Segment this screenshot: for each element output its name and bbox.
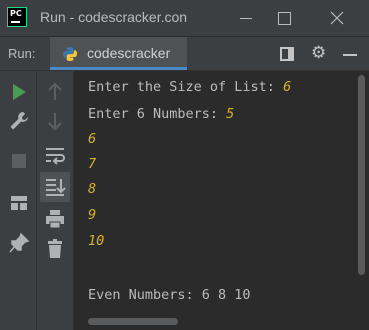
- scroll-to-end-icon: [46, 179, 66, 196]
- pycharm-icon: PC: [7, 7, 27, 27]
- layout-icon[interactable]: [280, 47, 294, 61]
- number-input: 9: [88, 207, 97, 223]
- left-toolbar: [0, 71, 37, 330]
- minimize-window-button[interactable]: [231, 4, 261, 32]
- vertical-scrollbar[interactable]: [355, 71, 369, 330]
- numbers-prompt: Enter 6 Numbers:: [88, 106, 227, 122]
- run-icon[interactable]: [7, 80, 31, 104]
- tab-codescracker[interactable]: codescracker: [50, 37, 187, 70]
- minimize-icon[interactable]: [343, 54, 357, 56]
- trash-icon[interactable]: [43, 237, 67, 261]
- close-window-button[interactable]: [322, 4, 352, 32]
- horizontal-scroll-thumb[interactable]: [88, 318, 178, 325]
- active-tab-indicator: [50, 67, 187, 70]
- soft-wrap-icon[interactable]: [43, 143, 67, 167]
- console-line: Enter 6 Numbers: 5: [88, 106, 234, 122]
- maximize-window-button[interactable]: [269, 4, 299, 32]
- console-toolbar: [37, 71, 74, 330]
- result-line: Even Numbers: 6 8 10: [88, 287, 251, 303]
- vertical-scroll-thumb[interactable]: [358, 75, 365, 275]
- console-output[interactable]: Enter the Size of List: 6 Enter 6 Number…: [74, 71, 355, 330]
- restore-layout-icon[interactable]: [7, 191, 31, 215]
- console-line: Enter the Size of List: 6: [88, 79, 291, 95]
- size-input: 6: [283, 79, 292, 95]
- number-input: 7: [88, 156, 97, 172]
- scroll-to-end-toggle[interactable]: [40, 172, 70, 202]
- title-bar: PC Run - codescracker.con: [0, 0, 369, 36]
- down-arrow-icon[interactable]: [43, 109, 67, 133]
- python-icon: [63, 47, 77, 61]
- window-title: Run - codescracker.con: [40, 9, 188, 25]
- gear-icon[interactable]: ⚙: [311, 45, 326, 62]
- run-tab-bar: Run: codescracker ⚙: [0, 37, 369, 71]
- size-prompt: Enter the Size of List:: [88, 79, 284, 95]
- number-input: 5: [226, 106, 235, 122]
- number-input: 10: [88, 233, 105, 249]
- pin-icon[interactable]: [7, 231, 31, 255]
- print-icon[interactable]: [43, 207, 67, 231]
- stop-icon[interactable]: [7, 149, 31, 173]
- tab-label: codescracker: [87, 45, 171, 61]
- wrench-icon[interactable]: [7, 109, 31, 133]
- run-label: Run:: [8, 46, 36, 61]
- number-input: 6: [88, 131, 97, 147]
- up-arrow-icon[interactable]: [43, 80, 67, 104]
- number-input: 8: [88, 181, 97, 197]
